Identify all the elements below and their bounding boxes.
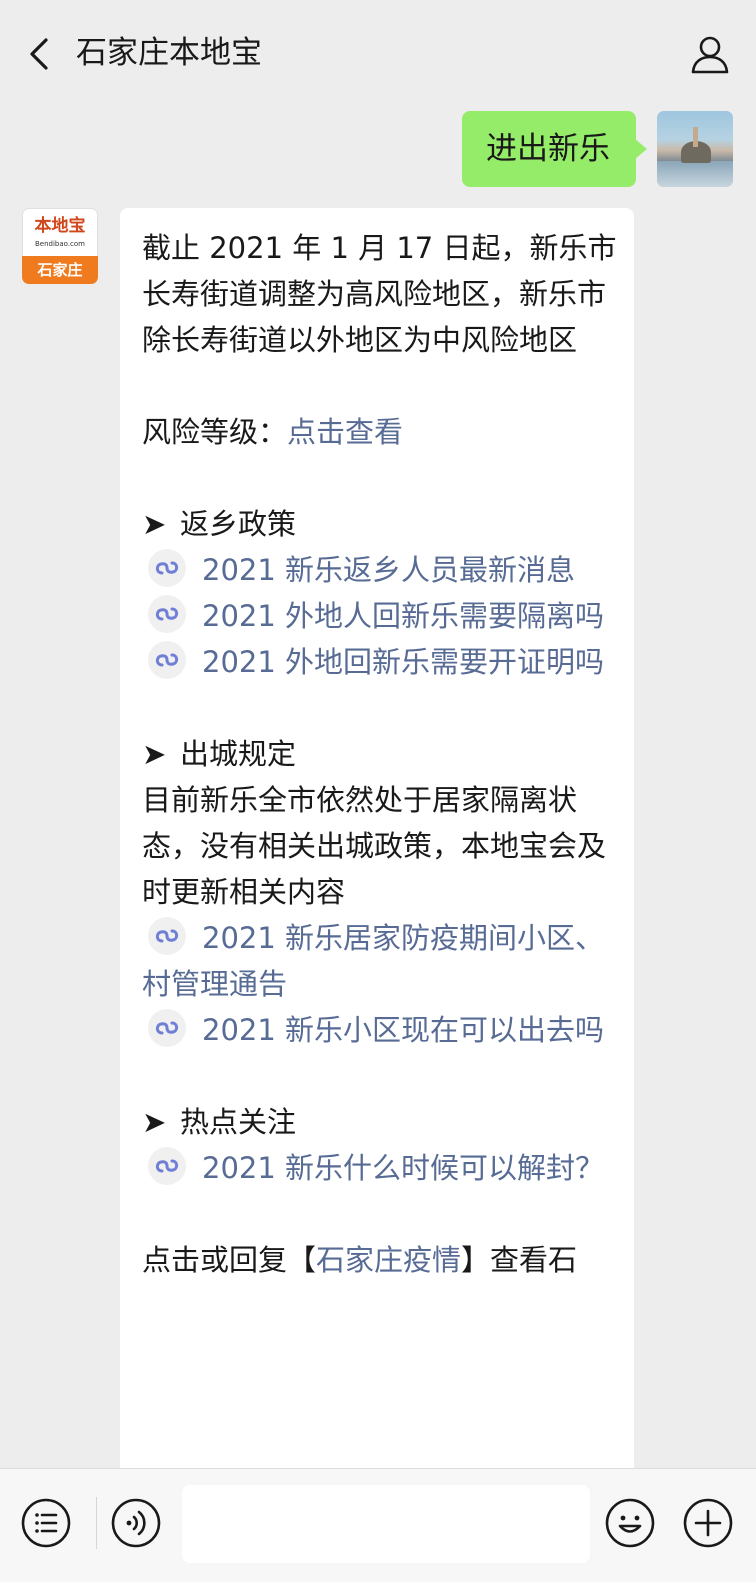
mini-program-link[interactable]: 2021 新乐小区现在可以出去吗 [142,1007,622,1053]
section-head-hot-topics: ➤ 热点关注 [142,1099,622,1145]
my-avatar[interactable] [657,111,733,187]
message-input[interactable] [182,1485,590,1563]
mini-program-link-icon [142,595,188,633]
mini-program-link-icon [142,917,188,955]
outgoing-message-bubble[interactable]: 进出新乐 [462,111,647,187]
input-bar [0,1468,756,1582]
mini-program-link[interactable]: 2021 外地回新乐需要开证明吗 [142,639,622,685]
person-icon [691,36,729,74]
mini-program-link-text: 2021 新乐返乡人员最新消息 [202,553,576,587]
risk-level-link[interactable]: 点击查看 [287,415,403,449]
risk-level-line: 风险等级：点击查看 [142,409,622,455]
arrow-right-icon: ➤ [142,1105,167,1139]
profile-button[interactable] [688,32,732,76]
bot-avatar-logo-sub: Bendibao.com [34,240,85,248]
emoji-button[interactable] [604,1497,656,1549]
more-button[interactable] [682,1497,734,1549]
mini-program-link-text: 2021 外地回新乐需要开证明吗 [202,645,605,679]
top-bar: 石家庄本地宝 [0,0,756,110]
mini-program-link-text: 2021 外地人回新乐需要隔离吗 [202,599,605,633]
menu-list-icon [21,1498,71,1548]
mini-program-link-icon [142,549,188,587]
plus-icon [683,1498,733,1548]
voice-button[interactable] [110,1497,162,1549]
risk-level-label: 风险等级： [142,415,288,449]
mini-program-link[interactable]: 2021 新乐返乡人员最新消息 [142,547,622,593]
arrow-right-icon: ➤ [142,507,167,541]
footer-line: 点击或回复【石家庄疫情】查看石 [142,1237,622,1283]
incoming-message-bubble: 截止 2021 年 1 月 17 日起，新乐市长寿街道调整为高风险地区，新乐市除… [120,208,634,1468]
leaving-rules-text: 目前新乐全市依然处于居家隔离状态，没有相关出城政策，本地宝会及时更新相关内容 [142,783,607,909]
mini-program-link[interactable]: 2021 新乐什么时候可以解封？ [142,1145,622,1191]
avatar-photo-tower [693,127,698,147]
page-title: 石家庄本地宝 [76,35,262,71]
section-head-text: 出城规定 [180,737,297,771]
mini-program-link-text: 2021 新乐居家防疫期间小区、村管理通告 [142,921,605,1001]
section-head-return-policy: ➤ 返乡政策 [142,501,622,547]
mini-program-link-icon [142,1009,188,1047]
mini-program-link-text: 2021 新乐什么时候可以解封？ [202,1151,605,1185]
mini-program-link[interactable]: 2021 外地人回新乐需要隔离吗 [142,593,622,639]
mini-program-link[interactable]: 2021 新乐居家防疫期间小区、村管理通告 [142,915,622,1007]
arrow-right-icon: ➤ [142,737,167,771]
menu-button[interactable] [20,1497,72,1549]
mini-program-link-icon [142,641,188,679]
intro-text: 截止 2021 年 1 月 17 日起，新乐市长寿街道调整为高风险地区，新乐市除… [142,231,617,357]
bot-avatar-city: 石家庄 [22,256,98,284]
emoji-icon [605,1498,655,1548]
footer-text-post: 】查看石 [461,1243,578,1277]
mini-program-link-text: 2021 新乐小区现在可以出去吗 [202,1013,605,1047]
footer-text-pre: 点击或回复【 [142,1243,317,1277]
mini-program-link-icon [142,1147,188,1185]
section-head-text: 热点关注 [180,1105,297,1139]
section-head-text: 返乡政策 [180,507,297,541]
input-bar-divider [96,1497,97,1549]
back-button[interactable] [22,34,58,74]
footer-keyword-link[interactable]: 石家庄疫情 [316,1243,461,1277]
section-head-leaving-rules: ➤ 出城规定 [142,731,622,777]
chevron-left-icon [30,38,48,70]
avatar-photo-water [657,161,733,187]
voice-icon [111,1498,161,1548]
bot-avatar[interactable]: 本地宝 Bendibao.com 石家庄 [22,208,98,284]
bot-avatar-logo-text: 本地宝 [34,216,86,236]
